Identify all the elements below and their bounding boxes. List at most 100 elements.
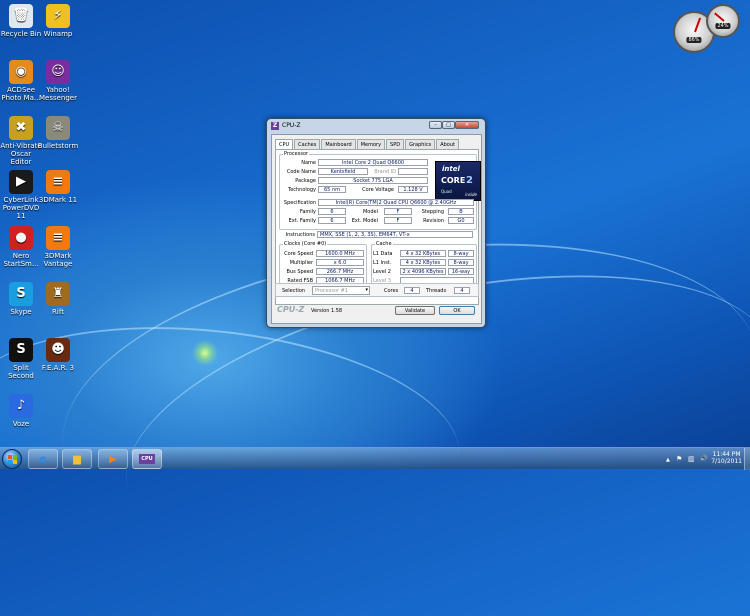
window-title: CPU-Z [282, 122, 301, 129]
bulletstorm-icon: ☠ [46, 116, 70, 140]
codename-value: Kentsfield [318, 168, 368, 175]
version-text: Version 1.58 [311, 308, 343, 314]
l1-inst-assoc: 8-way [448, 259, 474, 266]
action-center-flag-icon[interactable]: ⚑ [676, 455, 682, 463]
rift-icon: ♜ [46, 282, 70, 306]
cpuz-logo-icon: Z [271, 122, 279, 130]
desktop-icon-label: Bulletstorm [37, 142, 79, 150]
desktop-icon[interactable]: ☻ F.E.A.R. 3 [37, 338, 79, 372]
cpuz-window: Z CPU-Z – □ ✕ CPU Caches Mainboard Memory SP… [266, 118, 486, 328]
desktop-icon-label: Anti-Vibrate Oscar Editor [0, 142, 42, 166]
voze-icon: ♪ [9, 394, 33, 418]
intel-core2-quad-logo: intel CORE 2 Quad inside [435, 161, 481, 201]
recycle-bin-icon: 🗑 [9, 4, 33, 28]
oscar-editor-icon: ✖ [9, 116, 33, 140]
processor-select[interactable]: Processor #1 ▾ [312, 286, 370, 295]
split-second-icon: S [9, 338, 33, 362]
ram-meter-needle [714, 12, 725, 22]
tab-caches[interactable]: Caches [294, 139, 321, 149]
internet-explorer-icon: e [39, 453, 47, 465]
l1-data-assoc: 8-way [448, 250, 474, 257]
nero-icon: ● [9, 226, 33, 250]
desktop-icon[interactable]: ☠ Bulletstorm [37, 116, 79, 150]
start-button[interactable] [2, 449, 22, 469]
cpu-meter-needle [694, 17, 702, 33]
threads-value: 4 [454, 287, 470, 294]
l1-inst-value: 4 x 32 KBytes [400, 259, 446, 266]
stepping-value: B [448, 208, 474, 215]
cpuz-titlebar[interactable]: Z CPU-Z – □ ✕ [267, 119, 485, 133]
desktop-icon[interactable]: ≡ 3DMark Vantage [37, 226, 79, 268]
specification-value: Intel(R) Core(TM)2 Quad CPU Q6600 @ 2.40… [318, 199, 474, 206]
ok-button[interactable]: OK [439, 306, 475, 315]
taskbar-button[interactable]: ▶ [98, 449, 128, 469]
tab-about[interactable]: About [436, 139, 459, 149]
ram-meter-value: 24% [715, 23, 731, 30]
desktop-icon-label: Split Second [8, 364, 34, 380]
processor-group: Processor Name Intel Core 2 Quad Q6600 C… [279, 151, 481, 230]
desktop-icon-label: 3DMark Vantage [43, 252, 73, 268]
desktop-icon-label: CyberLink PowerDVD 11 [2, 196, 40, 220]
maximize-button[interactable]: □ [442, 121, 455, 129]
network-icon[interactable]: ▥ [688, 455, 695, 463]
yahoo-messenger-icon: ☺ [46, 60, 70, 84]
desktop-icon-label: ACDSee Photo Ma... [1, 86, 41, 102]
l1-data-value: 4 x 32 KBytes [400, 250, 446, 257]
desktop-icon[interactable]: ♪ Voze [0, 394, 42, 428]
desktop-icon[interactable]: ● Nero StartSm... [0, 226, 42, 268]
tab-spd[interactable]: SPD [386, 139, 405, 149]
desktop-icon[interactable]: ✖ Anti-Vibrate Oscar Editor [0, 116, 42, 166]
tab-memory[interactable]: Memory [356, 139, 386, 149]
family-label: Family [299, 209, 316, 215]
desktop-icon[interactable]: ☺ Yahoo! Messenger [37, 60, 79, 102]
desktop-icon[interactable]: ≡ 3DMark 11 [37, 170, 79, 204]
multiplier-value: x 6.0 [316, 259, 364, 266]
package-value: Socket 775 LGA [318, 177, 428, 184]
desktop-icon[interactable]: S Split Second [0, 338, 42, 380]
system-clock[interactable]: 11:44 PM 7/10/2011 [711, 451, 742, 465]
minimize-button[interactable]: – [429, 121, 442, 129]
ext-model-label: Ext. Model [351, 218, 378, 224]
core-voltage-value: 1.128 V [398, 186, 428, 193]
media-player-icon: ▶ [109, 453, 117, 465]
taskbar-button[interactable]: ▆ [62, 449, 92, 469]
desktop-icon[interactable]: ▶ CyberLink PowerDVD 11 [0, 170, 42, 220]
instructions-label: Instructions [285, 232, 315, 238]
core-speed-value: 1600.0 MHz [316, 250, 364, 257]
3dmark11-icon: ≡ [46, 170, 70, 194]
tray-chevron-icon[interactable]: ▲ [666, 457, 670, 463]
tab-graphics[interactable]: Graphics [405, 139, 436, 149]
desktop-icon[interactable]: ⚡ Winamp [37, 4, 79, 38]
desktop-icon-label: 3DMark 11 [38, 196, 78, 204]
acdsee-icon: ◉ [9, 60, 33, 84]
level2-label: Level 2 [373, 269, 391, 275]
desktop-icon-label: Skype [10, 308, 32, 316]
show-desktop-button[interactable] [744, 448, 750, 470]
tab-mainboard[interactable]: Mainboard [321, 139, 356, 149]
window-footer: CPU-Z Version 1.58 Validate OK [275, 301, 479, 321]
model-value: F [384, 208, 412, 215]
taskbar-button[interactable]: CPU [132, 449, 162, 469]
taskbar-button[interactable]: e [28, 449, 58, 469]
name-value: Intel Core 2 Quad Q6600 [318, 159, 428, 166]
desktop-icon[interactable]: ◉ ACDSee Photo Ma... [0, 60, 42, 102]
speaker-icon[interactable]: 🔊 [700, 455, 707, 462]
validate-button[interactable]: Validate [395, 306, 435, 315]
cpuz-taskbar-icon: CPU [139, 454, 155, 464]
close-button[interactable]: ✕ [455, 121, 479, 129]
cpu-meter-value: 86% [686, 36, 702, 43]
desktop-icon[interactable]: 🗑 Recycle Bin [0, 4, 42, 38]
clock-date: 7/10/2011 [711, 458, 742, 465]
clocks-group-label: Clocks (Core #0) [283, 241, 328, 247]
ext-family-value: 6 [318, 217, 346, 224]
brandid-label: Brand ID [374, 169, 396, 175]
specification-label: Specification [283, 200, 316, 206]
ram-meter-gadget[interactable]: 24% [706, 4, 740, 38]
desktop-icon[interactable]: S Skype [0, 282, 42, 316]
bus-speed-label: Bus Speed [286, 269, 313, 275]
desktop-icon[interactable]: ♜ Rift [37, 282, 79, 316]
cores-value: 4 [404, 287, 420, 294]
level2-value: 2 x 4096 KBytes [400, 268, 446, 275]
cores-label: Cores [384, 288, 399, 294]
bus-speed-value: 266.7 MHz [316, 268, 364, 275]
